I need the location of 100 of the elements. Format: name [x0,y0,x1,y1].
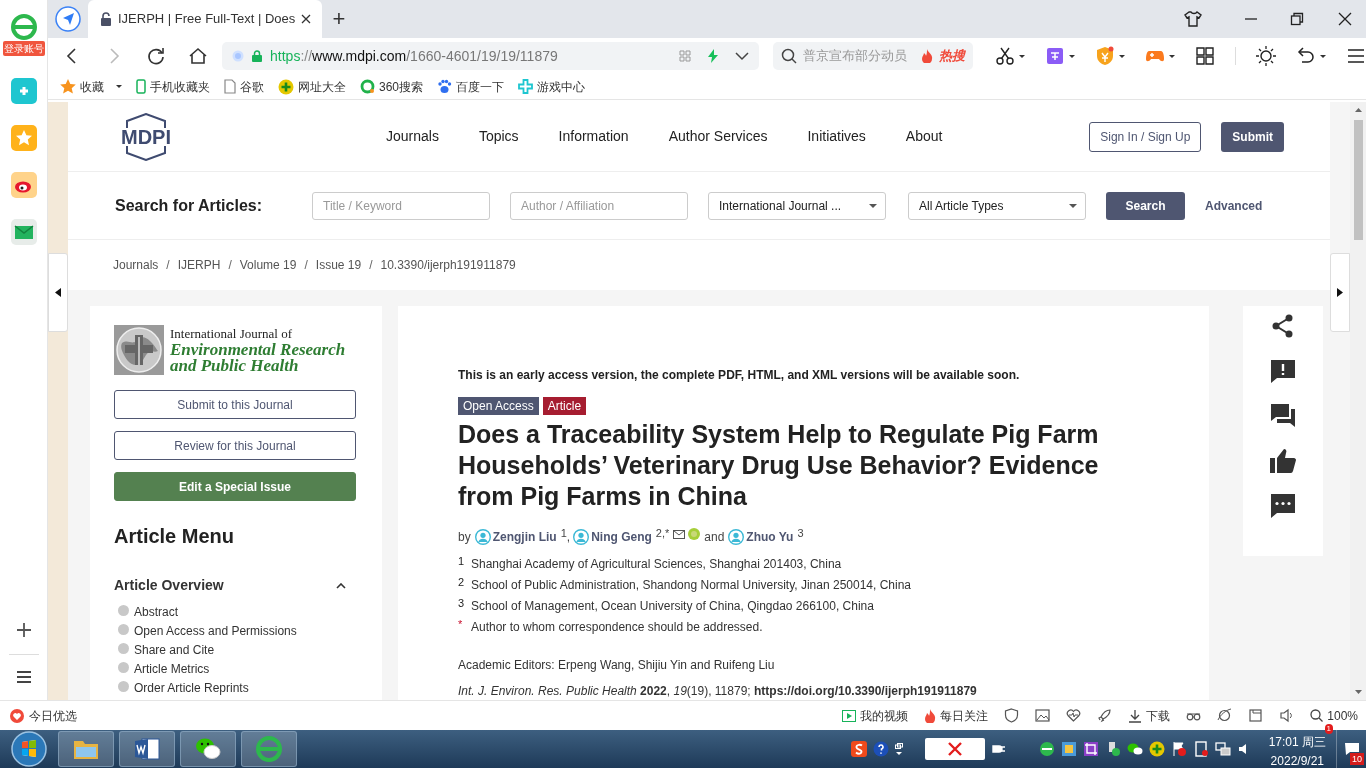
new-tab-button[interactable]: + [322,0,356,38]
search-input[interactable]: Author / Affiliation [510,191,688,220]
shield-outline-icon[interactable] [1004,708,1020,723]
nav-link[interactable]: Journals [386,126,439,147]
taskbar-button[interactable] [180,731,236,767]
bookmark-item[interactable]: 百度一下 [437,77,505,96]
author-link[interactable]: Zengjin Liu [492,528,557,546]
weibo-icon[interactable] [10,172,37,198]
network-icon[interactable] [1214,741,1231,757]
chevron-down-icon[interactable] [734,51,749,61]
nav-link[interactable]: Initiatives [807,126,866,147]
flag-alert-icon[interactable] [1170,741,1187,757]
journal-action-button[interactable]: Review for this Journal [114,431,356,460]
bookmark-item[interactable]: 网址大全 [278,77,346,96]
journal-action-button[interactable]: Submit to this Journal [114,390,356,419]
add-icon[interactable] [14,621,33,639]
window-icon[interactable] [1248,708,1264,723]
caret-icon[interactable] [895,752,902,755]
breadcrumb-link[interactable]: Volume 19 [239,256,297,274]
nav-link[interactable]: About [905,126,943,147]
bookmark-item[interactable]: 手机收藏夹 [136,77,210,96]
breadcrumb-link[interactable]: Issue 19 [315,256,362,274]
action-center-button[interactable]: 10 [1336,730,1366,768]
section-heading[interactable]: Article Overview [114,575,336,596]
author-link[interactable]: Zhuo Yu [746,528,794,546]
heartbeat-icon[interactable] [1066,708,1082,723]
bookmark-item[interactable]: 360搜索 [360,77,424,96]
scrollbar-thumb[interactable] [1353,120,1363,240]
taskbar-button[interactable] [119,731,175,767]
restore-icon[interactable] [1290,12,1304,26]
close-icon[interactable] [1338,12,1352,26]
menu-icon[interactable] [1346,46,1366,66]
screen-capture-icon[interactable] [1060,741,1077,757]
clock-time[interactable]: 17:01 周三 [1268,735,1326,749]
breadcrumb-link[interactable]: Journals [113,256,159,274]
nav-link[interactable]: Information [558,126,629,147]
translate-icon[interactable] [1045,46,1065,66]
sogou-icon[interactable] [850,741,867,757]
article-menu-link[interactable]: Share and Cite [134,643,215,658]
article-menu-link[interactable]: Open Access and Permissions [134,624,297,639]
help-icon[interactable] [872,741,889,757]
device-icon[interactable] [1192,741,1209,757]
crop-icon[interactable] [1082,741,1099,757]
submit-button[interactable]: Submit [1221,121,1284,152]
select-dropdown[interactable]: International Journal ... [708,191,886,220]
apps-grid-icon[interactable] [1195,46,1215,66]
undo-icon[interactable] [1296,46,1316,66]
thumbs-up-icon[interactable] [1269,447,1297,475]
report-icon[interactable] [1269,357,1297,385]
status-item[interactable]: 每日关注 [924,706,989,725]
address-field[interactable]: https://www.mdpi.com/1660-4601/19/19/11879 [222,42,759,70]
shield-icon[interactable] [1095,46,1115,66]
chevron-up-icon[interactable] [336,582,346,589]
speaker-icon[interactable] [1279,708,1295,723]
image-icon[interactable] [1035,708,1051,723]
clock-date[interactable]: 2022/9/21 [1270,753,1324,768]
article-menu-link[interactable]: Article Metrics [134,662,210,677]
journal-action-button[interactable]: Edit a Special Issue [114,472,356,501]
mail-icon[interactable] [673,529,686,539]
start-orb-icon[interactable] [11,731,47,767]
shirt-icon[interactable] [1184,11,1202,27]
breadcrumb-link[interactable]: 10.3390/ijerph191911879 [380,256,516,274]
rocket-icon[interactable] [1097,708,1113,723]
nav-link[interactable]: Author Services [668,126,768,147]
status-item[interactable]: 100% [1310,706,1358,725]
bookmark-item[interactable]: 收藏 [60,77,122,96]
list-icon[interactable] [15,670,32,684]
brightness-icon[interactable] [1256,46,1276,66]
scissors-icon[interactable] [995,46,1015,66]
window-switch-icon[interactable] [894,743,903,749]
taskbar-button[interactable] [58,731,114,767]
close-icon[interactable] [301,14,312,24]
bookmark-item[interactable]: 游戏中心 [518,77,586,96]
nav-link[interactable]: Topics [478,126,519,147]
globe-emblem-icon[interactable] [114,325,164,375]
search-button[interactable]: Search [1106,191,1185,220]
navigation-icon[interactable] [55,6,81,32]
bookmark-item[interactable]: 谷歌 [224,77,264,96]
home-icon[interactable] [188,46,208,66]
comments-icon[interactable] [1269,402,1297,430]
wechat-tray-icon[interactable] [1126,741,1143,757]
status-item[interactable]: 我的视频 [842,706,909,725]
mail-icon[interactable] [10,219,37,245]
status-item[interactable]: 下载 [1128,706,1171,725]
battery-status[interactable] [924,738,985,760]
search-input[interactable]: Title / Keyword [312,191,490,220]
browser-tray-icon[interactable] [1038,741,1055,757]
browser-tab[interactable]: IJERPH | Free Full-Text | Does [88,0,322,38]
breadcrumb-link[interactable]: IJERPH [177,256,221,274]
status-item[interactable]: 今日优选 [10,706,77,725]
article-menu-link[interactable]: Order Article Reprints [134,681,249,696]
author-link[interactable]: Ning Geng [591,528,652,546]
select-dropdown[interactable]: All Article Types [908,191,1086,220]
article-menu-link[interactable]: Abstract [134,605,178,620]
plus-tray-icon[interactable] [1148,741,1165,757]
advanced-search-link[interactable]: Advanced [1205,196,1263,215]
star-app-icon[interactable] [10,125,37,151]
reload-icon[interactable] [146,46,166,66]
sign-in-button[interactable]: Sign In / Sign Up [1089,121,1202,152]
chat-icon[interactable] [1269,492,1297,520]
